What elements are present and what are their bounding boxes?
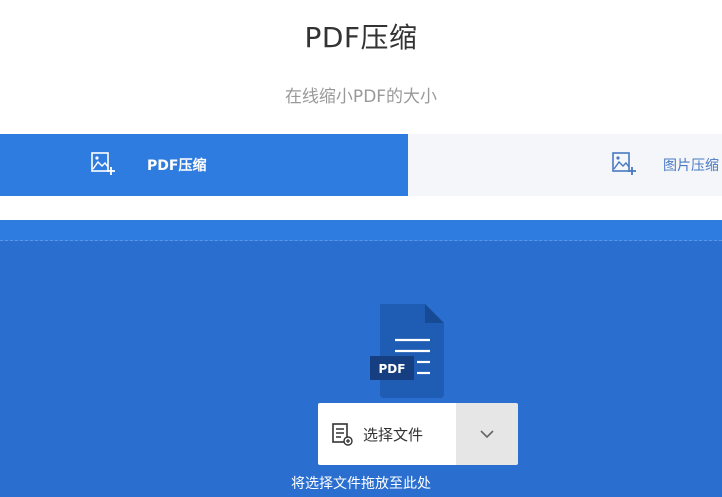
file-source-dropdown[interactable] (456, 403, 518, 465)
page-subtitle: 在线缩小PDF的大小 (284, 87, 438, 107)
drop-zone-border (0, 220, 722, 241)
document-add-icon (332, 423, 353, 446)
tab-pdf-compress[interactable]: PDF压缩 (0, 134, 408, 196)
file-select-group: 选择文件 (318, 403, 518, 465)
pdf-file-icon: PDF (370, 304, 444, 398)
tab-label: 图片压缩 (663, 158, 719, 174)
page-title: PDF压缩 (304, 21, 418, 54)
select-file-button[interactable]: 选择文件 (318, 403, 456, 465)
tool-tabs: PDF压缩 图片压缩 (0, 134, 722, 196)
image-plus-icon (91, 152, 115, 175)
select-file-label: 选择文件 (363, 425, 424, 444)
pdf-badge-text: PDF (379, 362, 406, 376)
tab-label: PDF压缩 (147, 158, 207, 174)
image-plus-icon (612, 152, 636, 175)
drop-hint-text: 将选择文件拖放至此处 (291, 476, 431, 492)
chevron-down-icon (480, 430, 494, 439)
file-drop-zone[interactable]: PDF 选择文件 将选择文件拖放至此处 (0, 220, 722, 497)
tab-image-compress[interactable]: 图片压缩 (408, 134, 722, 196)
